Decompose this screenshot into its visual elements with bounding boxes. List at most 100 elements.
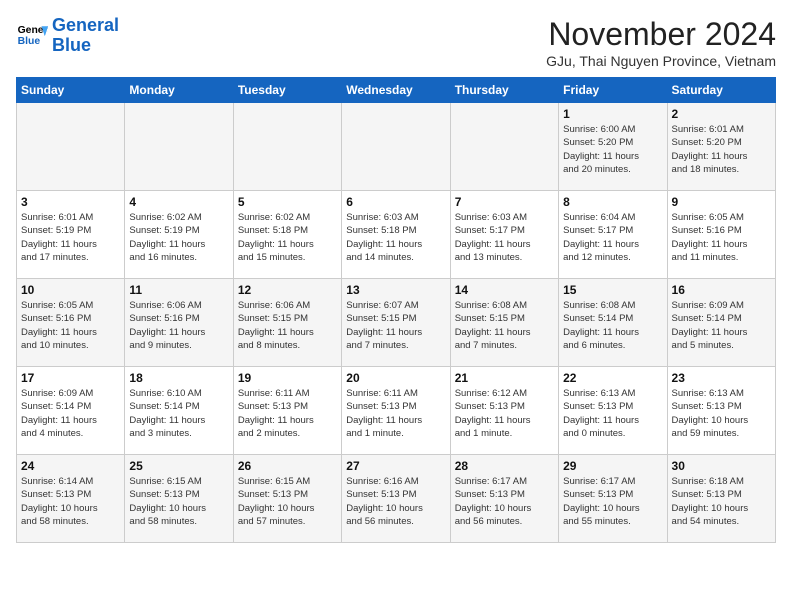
day-info: Sunrise: 6:08 AM Sunset: 5:14 PM Dayligh… <box>563 299 662 352</box>
day-number: 13 <box>346 283 445 297</box>
week-row-5: 24 Sunrise: 6:14 AM Sunset: 5:13 PM Dayli… <box>17 455 776 543</box>
calendar-cell: 18 Sunrise: 6:10 AM Sunset: 5:14 PM Dayli… <box>125 367 233 455</box>
day-number: 14 <box>455 283 554 297</box>
calendar-cell: 25Sunrise: 6:15 AM Sunset: 5:13 PM Dayli… <box>125 455 233 543</box>
day-number: 5 <box>238 195 337 209</box>
day-number: 7 <box>455 195 554 209</box>
logo: General Blue General Blue <box>16 16 119 56</box>
calendar-cell: 19 Sunrise: 6:11 AM Sunset: 5:13 PM Dayli… <box>233 367 341 455</box>
day-info: Sunrise: 6:10 AM Sunset: 5:14 PM Dayligh… <box>129 387 228 440</box>
day-info: Sunrise: 6:02 AM Sunset: 5:18 PM Dayligh… <box>238 211 337 264</box>
day-info: Sunrise: 6:00 AM Sunset: 5:20 PM Dayligh… <box>563 123 662 176</box>
day-info: Sunrise: 6:14 AM Sunset: 5:13 PM Dayligh… <box>21 475 120 528</box>
weekday-header-monday: Monday <box>125 78 233 103</box>
weekday-header-thursday: Thursday <box>450 78 558 103</box>
weekday-header-saturday: Saturday <box>667 78 775 103</box>
day-number: 12 <box>238 283 337 297</box>
day-number: 20 <box>346 371 445 385</box>
day-number: 18 <box>129 371 228 385</box>
location-subtitle: GJu, Thai Nguyen Province, Vietnam <box>546 53 776 69</box>
day-number: 19 <box>238 371 337 385</box>
day-number: 17 <box>21 371 120 385</box>
day-info: Sunrise: 6:11 AM Sunset: 5:13 PM Dayligh… <box>238 387 337 440</box>
calendar-table: SundayMondayTuesdayWednesdayThursdayFrid… <box>16 77 776 543</box>
weekday-header-row: SundayMondayTuesdayWednesdayThursdayFrid… <box>17 78 776 103</box>
week-row-1: 1 Sunrise: 6:00 AM Sunset: 5:20 PM Daylig… <box>17 103 776 191</box>
day-info: Sunrise: 6:13 AM Sunset: 5:13 PM Dayligh… <box>563 387 662 440</box>
day-number: 26 <box>238 459 337 473</box>
weekday-header-sunday: Sunday <box>17 78 125 103</box>
calendar-cell: 1 Sunrise: 6:00 AM Sunset: 5:20 PM Daylig… <box>559 103 667 191</box>
calendar-cell: 10 Sunrise: 6:05 AM Sunset: 5:16 PM Dayli… <box>17 279 125 367</box>
day-number: 24 <box>21 459 120 473</box>
page-header: General Blue General Blue November 2024 … <box>16 16 776 69</box>
day-number: 3 <box>21 195 120 209</box>
day-number: 10 <box>21 283 120 297</box>
day-number: 15 <box>563 283 662 297</box>
logo-blue: Blue <box>52 36 119 56</box>
day-info: Sunrise: 6:11 AM Sunset: 5:13 PM Dayligh… <box>346 387 445 440</box>
day-info: Sunrise: 6:09 AM Sunset: 5:14 PM Dayligh… <box>672 299 771 352</box>
day-number: 11 <box>129 283 228 297</box>
day-number: 8 <box>563 195 662 209</box>
day-info: Sunrise: 6:01 AM Sunset: 5:19 PM Dayligh… <box>21 211 120 264</box>
day-number: 29 <box>563 459 662 473</box>
calendar-cell: 17 Sunrise: 6:09 AM Sunset: 5:14 PM Dayli… <box>17 367 125 455</box>
day-info: Sunrise: 6:16 AM Sunset: 5:13 PM Dayligh… <box>346 475 445 528</box>
calendar-cell: 16Sunrise: 6:09 AM Sunset: 5:14 PM Dayli… <box>667 279 775 367</box>
day-info: Sunrise: 6:05 AM Sunset: 5:16 PM Dayligh… <box>21 299 120 352</box>
day-number: 2 <box>672 107 771 121</box>
calendar-cell: 6 Sunrise: 6:03 AM Sunset: 5:18 PM Daylig… <box>342 191 450 279</box>
day-number: 28 <box>455 459 554 473</box>
day-number: 30 <box>672 459 771 473</box>
day-info: Sunrise: 6:18 AM Sunset: 5:13 PM Dayligh… <box>672 475 771 528</box>
calendar-cell <box>342 103 450 191</box>
day-info: Sunrise: 6:17 AM Sunset: 5:13 PM Dayligh… <box>563 475 662 528</box>
day-info: Sunrise: 6:03 AM Sunset: 5:17 PM Dayligh… <box>455 211 554 264</box>
week-row-3: 10 Sunrise: 6:05 AM Sunset: 5:16 PM Dayli… <box>17 279 776 367</box>
day-info: Sunrise: 6:03 AM Sunset: 5:18 PM Dayligh… <box>346 211 445 264</box>
day-info: Sunrise: 6:12 AM Sunset: 5:13 PM Dayligh… <box>455 387 554 440</box>
calendar-cell: 23Sunrise: 6:13 AM Sunset: 5:13 PM Dayli… <box>667 367 775 455</box>
day-info: Sunrise: 6:06 AM Sunset: 5:15 PM Dayligh… <box>238 299 337 352</box>
day-info: Sunrise: 6:05 AM Sunset: 5:16 PM Dayligh… <box>672 211 771 264</box>
weekday-header-friday: Friday <box>559 78 667 103</box>
title-block: November 2024 GJu, Thai Nguyen Province,… <box>546 16 776 69</box>
calendar-cell: 20 Sunrise: 6:11 AM Sunset: 5:13 PM Dayli… <box>342 367 450 455</box>
day-info: Sunrise: 6:06 AM Sunset: 5:16 PM Dayligh… <box>129 299 228 352</box>
calendar-cell: 5 Sunrise: 6:02 AM Sunset: 5:18 PM Daylig… <box>233 191 341 279</box>
weekday-header-tuesday: Tuesday <box>233 78 341 103</box>
logo-icon: General Blue <box>16 20 48 52</box>
week-row-2: 3 Sunrise: 6:01 AM Sunset: 5:19 PM Daylig… <box>17 191 776 279</box>
calendar-cell <box>233 103 341 191</box>
day-info: Sunrise: 6:01 AM Sunset: 5:20 PM Dayligh… <box>672 123 771 176</box>
svg-text:Blue: Blue <box>18 36 41 47</box>
calendar-cell: 3 Sunrise: 6:01 AM Sunset: 5:19 PM Daylig… <box>17 191 125 279</box>
calendar-cell: 28 Sunrise: 6:17 AM Sunset: 5:13 PM Dayli… <box>450 455 558 543</box>
day-info: Sunrise: 6:07 AM Sunset: 5:15 PM Dayligh… <box>346 299 445 352</box>
calendar-cell: 24 Sunrise: 6:14 AM Sunset: 5:13 PM Dayli… <box>17 455 125 543</box>
calendar-cell: 21 Sunrise: 6:12 AM Sunset: 5:13 PM Dayli… <box>450 367 558 455</box>
day-number: 6 <box>346 195 445 209</box>
calendar-cell: 26 Sunrise: 6:15 AM Sunset: 5:13 PM Dayli… <box>233 455 341 543</box>
day-info: Sunrise: 6:15 AM Sunset: 5:13 PM Dayligh… <box>129 475 228 528</box>
day-info: Sunrise: 6:02 AM Sunset: 5:19 PM Dayligh… <box>129 211 228 264</box>
calendar-cell: 9Sunrise: 6:05 AM Sunset: 5:16 PM Daylig… <box>667 191 775 279</box>
calendar-cell: 7 Sunrise: 6:03 AM Sunset: 5:17 PM Daylig… <box>450 191 558 279</box>
day-info: Sunrise: 6:09 AM Sunset: 5:14 PM Dayligh… <box>21 387 120 440</box>
calendar-cell: 14Sunrise: 6:08 AM Sunset: 5:15 PM Dayli… <box>450 279 558 367</box>
day-number: 1 <box>563 107 662 121</box>
day-info: Sunrise: 6:17 AM Sunset: 5:13 PM Dayligh… <box>455 475 554 528</box>
calendar-cell <box>125 103 233 191</box>
calendar-cell <box>17 103 125 191</box>
calendar-cell: 4 Sunrise: 6:02 AM Sunset: 5:19 PM Daylig… <box>125 191 233 279</box>
day-number: 21 <box>455 371 554 385</box>
calendar-cell: 11 Sunrise: 6:06 AM Sunset: 5:16 PM Dayli… <box>125 279 233 367</box>
day-info: Sunrise: 6:15 AM Sunset: 5:13 PM Dayligh… <box>238 475 337 528</box>
day-number: 4 <box>129 195 228 209</box>
calendar-cell <box>450 103 558 191</box>
calendar-cell: 8Sunrise: 6:04 AM Sunset: 5:17 PM Daylig… <box>559 191 667 279</box>
calendar-cell: 22Sunrise: 6:13 AM Sunset: 5:13 PM Dayli… <box>559 367 667 455</box>
calendar-cell: 13 Sunrise: 6:07 AM Sunset: 5:15 PM Dayli… <box>342 279 450 367</box>
week-row-4: 17 Sunrise: 6:09 AM Sunset: 5:14 PM Dayli… <box>17 367 776 455</box>
